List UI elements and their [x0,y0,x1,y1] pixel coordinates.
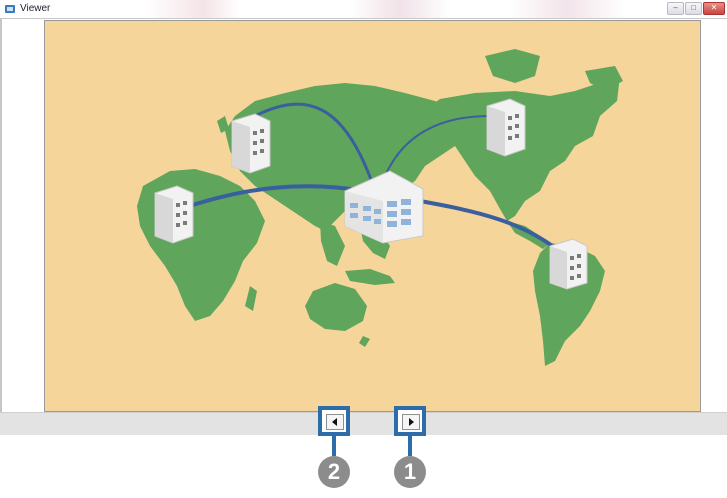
next-button-highlight [394,406,426,436]
callout-line [332,436,336,456]
triangle-right-icon [409,418,414,426]
callout-number-previous: 2 [318,456,350,488]
title-bar: Viewer – □ ✕ [0,0,727,18]
previous-button-highlight [318,406,350,436]
callout-number-next: 1 [394,456,426,488]
world-map-icon [137,49,623,366]
triangle-left-icon [332,418,337,426]
callout-line [408,436,412,456]
window-title: Viewer [20,3,51,14]
next-button[interactable] [402,414,420,430]
office-building-icon [486,98,526,157]
displayed-image [44,20,701,412]
navigation-bar [0,412,727,435]
office-building-icon [549,238,588,290]
close-button[interactable]: ✕ [703,2,725,15]
window-border [0,18,2,413]
maximize-button[interactable]: □ [685,2,702,15]
office-building-icon [231,113,271,174]
previous-button[interactable] [326,414,344,430]
office-building-icon [154,185,194,244]
viewer-app-icon [5,5,15,13]
window-controls: – □ ✕ [667,2,725,15]
minimize-button[interactable]: – [667,2,684,15]
